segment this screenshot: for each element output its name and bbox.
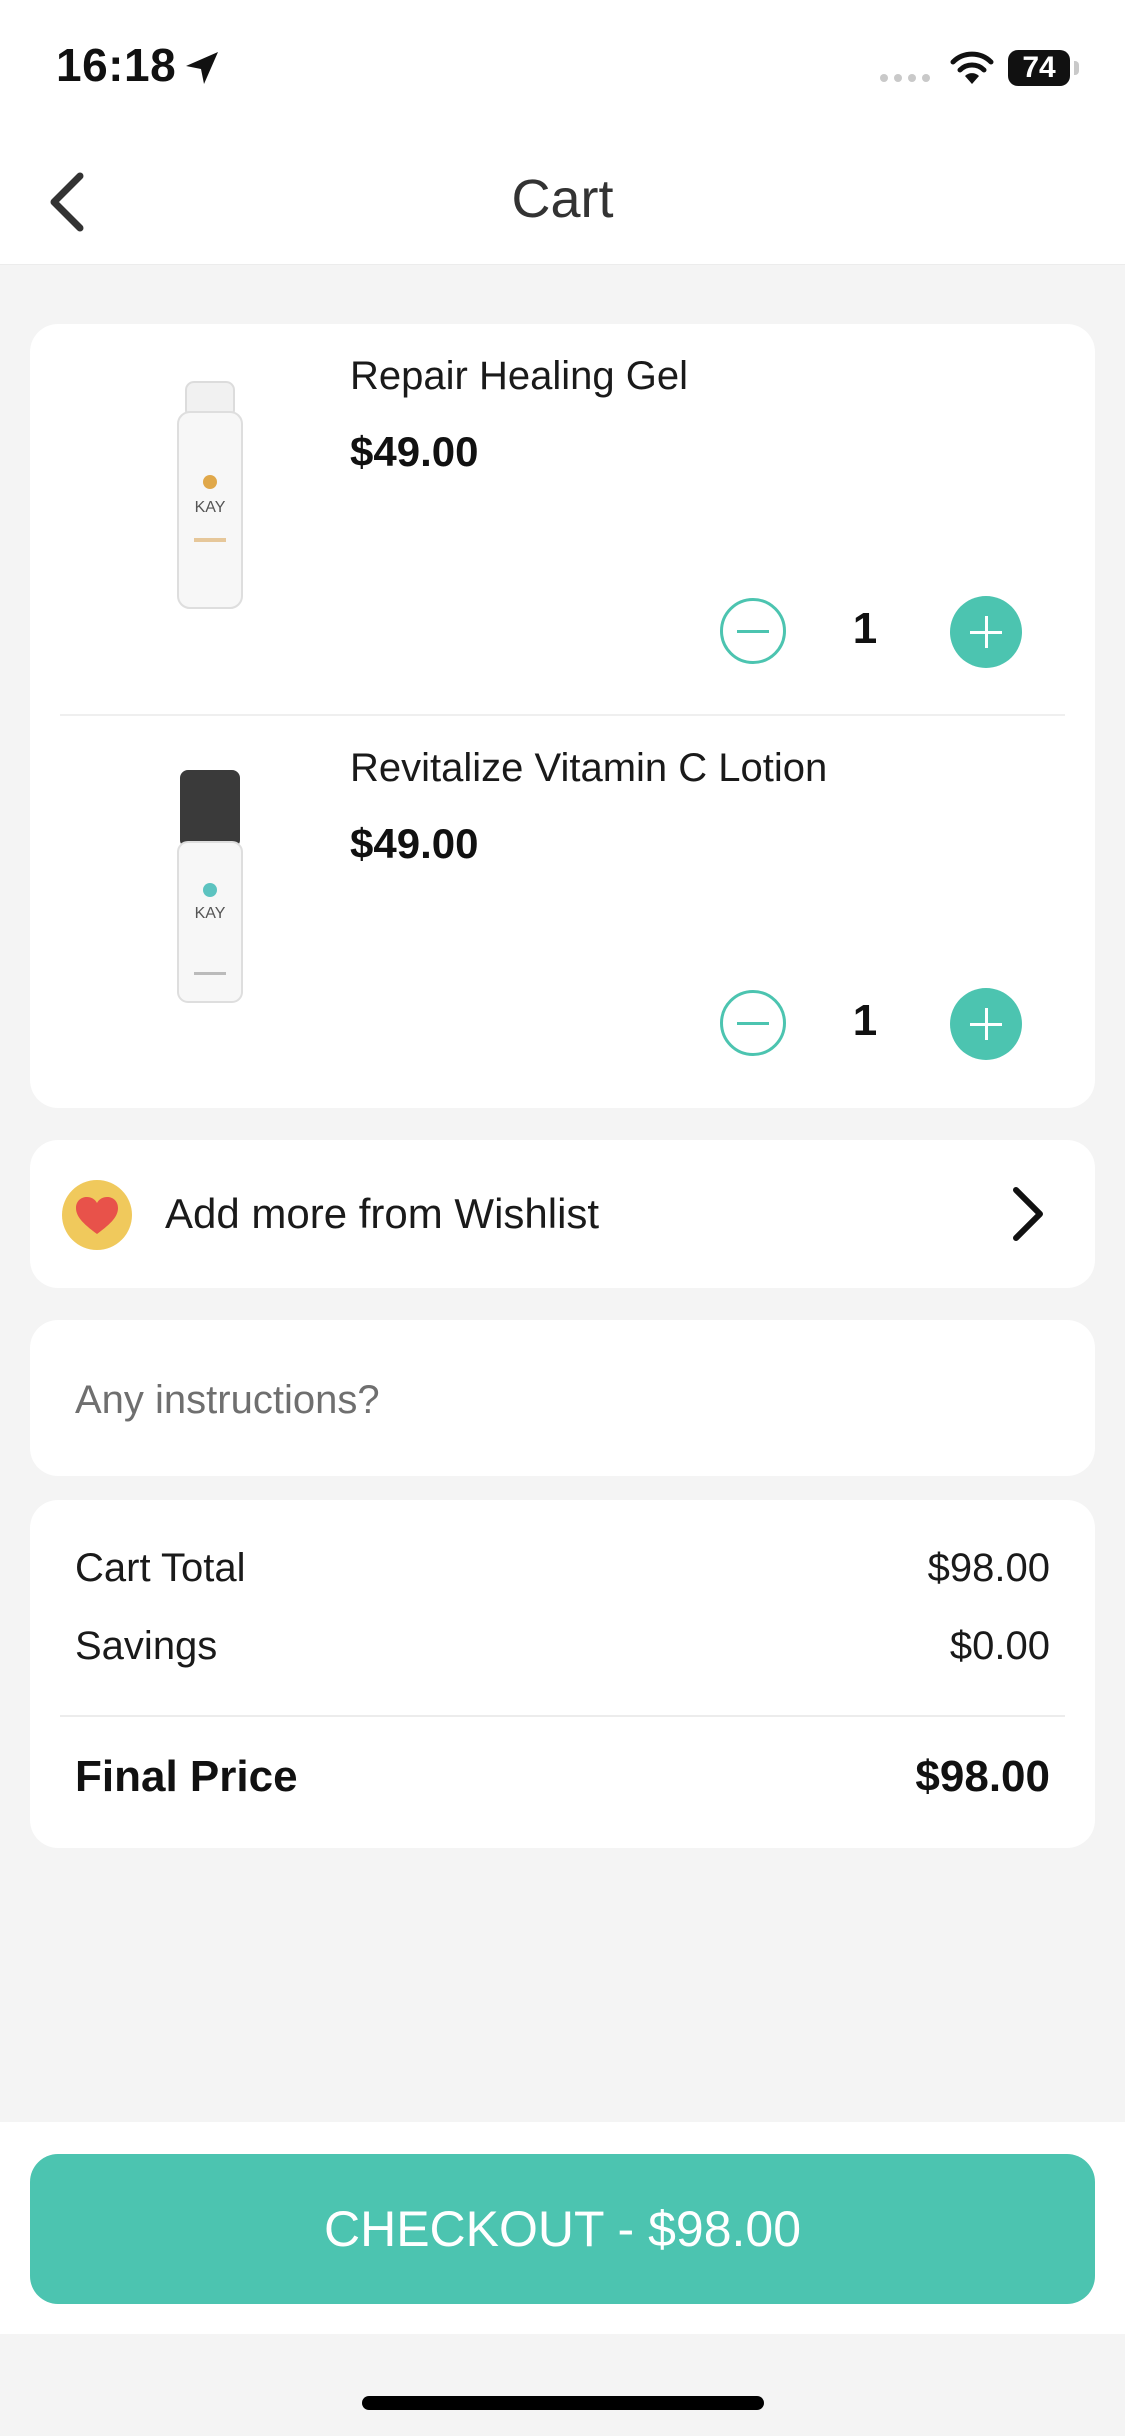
battery-level: 74 [1022, 51, 1056, 84]
cart-items-card: KAY Repair Healing Gel $49.00 1 KAY Revi… [30, 324, 1095, 1108]
cart-total-label: Cart Total [75, 1546, 246, 1590]
wifi-icon [950, 51, 994, 84]
chevron-right-icon [1013, 1187, 1043, 1241]
checkout-button[interactable]: CHECKOUT - $98.00 [30, 2154, 1095, 2304]
product-name: Repair Healing Gel [350, 354, 688, 398]
summary-divider [60, 1715, 1065, 1717]
wishlist-label: Add more from Wishlist [165, 1190, 600, 1237]
nav-bar: Cart [0, 140, 1125, 265]
product-name: Revitalize Vitamin C Lotion [350, 746, 828, 790]
product-brand-text: KAY [195, 905, 226, 922]
increase-quantity-button[interactable] [950, 988, 1022, 1060]
cart-total-value: $98.00 [927, 1546, 1050, 1590]
decrease-quantity-button[interactable] [720, 990, 786, 1056]
instructions-card [30, 1320, 1095, 1476]
final-price-label: Final Price [75, 1752, 298, 1801]
page-title: Cart [511, 169, 614, 229]
savings-label: Savings [75, 1624, 218, 1668]
price-summary-card: Cart Total $98.00 Savings $0.00 Final Pr… [30, 1500, 1095, 1848]
home-indicator [362, 2396, 764, 2410]
cart-item: KAY Repair Healing Gel $49.00 1 [30, 324, 1095, 716]
product-image: KAY [177, 381, 243, 609]
product-brand-text: KAY [195, 499, 226, 516]
wishlist-row[interactable]: Add more from Wishlist [30, 1140, 1095, 1288]
cellular-signal-icon [880, 74, 930, 82]
increase-quantity-button[interactable] [950, 596, 1022, 668]
quantity-value: 1 [852, 604, 878, 653]
status-bar: 16:18 74 [0, 0, 1125, 140]
heart-icon [62, 1180, 132, 1250]
product-image: KAY [177, 770, 243, 1003]
product-price: $49.00 [350, 428, 479, 475]
product-price: $49.00 [350, 820, 479, 867]
quantity-value: 1 [852, 996, 878, 1045]
savings-value: $0.00 [949, 1624, 1050, 1668]
instructions-input[interactable] [75, 1370, 1035, 1430]
decrease-quantity-button[interactable] [720, 598, 786, 664]
location-arrow-icon [186, 52, 218, 84]
battery-icon: 74 [1008, 50, 1070, 86]
final-price-value: $98.00 [915, 1752, 1050, 1801]
checkout-bar: CHECKOUT - $98.00 [0, 2122, 1125, 2334]
battery-tip [1074, 61, 1079, 75]
status-time: 16:18 [56, 39, 177, 91]
cart-item: KAY Revitalize Vitamin C Lotion $49.00 1 [30, 716, 1095, 1106]
